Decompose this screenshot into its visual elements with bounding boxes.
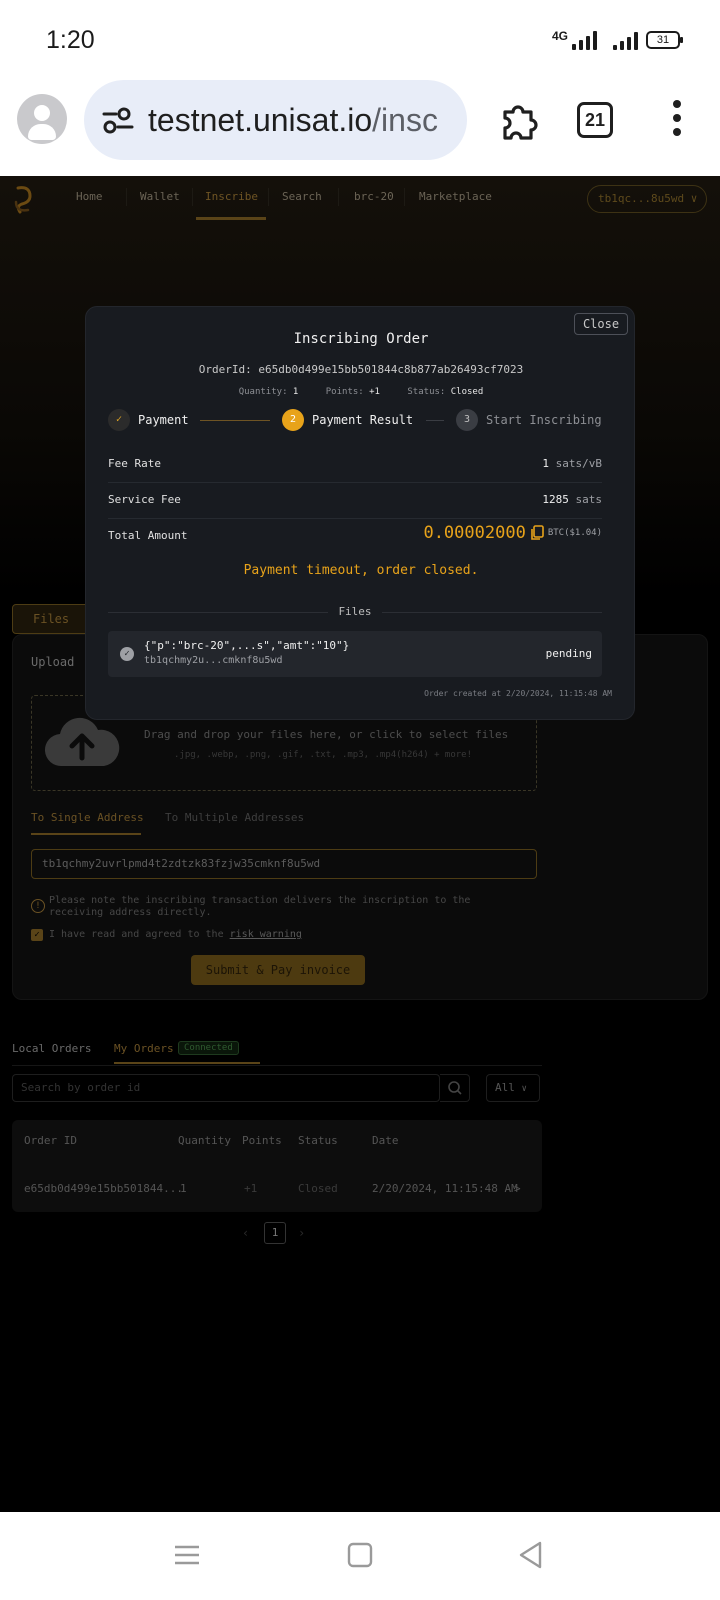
home-icon[interactable] (345, 1540, 375, 1570)
nav-brc20[interactable]: brc-20 (354, 190, 394, 203)
col-points: Points (242, 1134, 282, 1147)
profile-avatar-icon[interactable] (17, 94, 67, 144)
step-2-indicator: 2 (282, 409, 304, 431)
info-icon: ! (31, 899, 45, 913)
site-settings-icon[interactable] (102, 106, 134, 134)
battery-icon: 31 (646, 31, 683, 49)
unisat-logo-icon[interactable] (12, 184, 36, 214)
order-created-at: Order created at 2/20/2024, 11:15:48 AM (424, 689, 612, 698)
site-nav: Home Wallet Inscribe Search brc-20 Marke… (0, 176, 720, 222)
receive-address-input[interactable]: tb1qchmy2uvrlpmd4t2zdtzk83fzjw35cmknf8u5… (31, 849, 537, 879)
nav-search[interactable]: Search (282, 190, 322, 203)
file-address: tb1qchmy2u...cmknf8u5wd (144, 655, 283, 666)
inscribing-order-modal: Close Inscribing Order OrderId: e65db0d4… (85, 306, 635, 720)
step-3-label: Start Inscribing (486, 413, 602, 427)
order-id: OrderId: e65db0d499e15bb501844c8b877ab26… (198, 363, 524, 376)
progress-steps: ✓ Payment 2 Payment Result 3 Start Inscr… (108, 409, 616, 433)
status-time: 1:20 (46, 26, 95, 54)
agree-checkbox[interactable]: ✓ (31, 929, 43, 941)
service-fee-row: Service Fee 1285 sats (108, 483, 602, 519)
back-icon[interactable] (516, 1540, 546, 1570)
url-text[interactable]: testnet.unisat.io/insc (148, 102, 460, 139)
nav-home[interactable]: Home (76, 190, 103, 203)
order-points: +1 (369, 387, 380, 397)
risk-warning-link[interactable]: risk warning (230, 929, 302, 940)
dropzone-formats: .jpg, .webp, .png, .gif, .txt, .mp3, .mp… (174, 750, 473, 760)
next-page-icon[interactable]: › (298, 1226, 305, 1240)
file-name: {"p":"brc-20",...s","amt":"10"} (144, 639, 350, 652)
order-quantity: 1 (292, 387, 299, 397)
row-date: 2/20/2024, 11:15:48 AM (372, 1182, 518, 1195)
nav-marketplace[interactable]: Marketplace (419, 190, 492, 203)
orders-table: Order ID Quantity Points Status Date e65… (12, 1120, 542, 1212)
tab-local-orders[interactable]: Local Orders (12, 1042, 91, 1055)
prev-page-icon[interactable]: ‹ (242, 1226, 249, 1240)
signal-2-icon (613, 30, 638, 50)
total-amount-value: 0.00002000 (423, 523, 526, 543)
tab-multiple-addresses[interactable]: To Multiple Addresses (165, 811, 304, 824)
orders-tabs: Local Orders My Orders Connected (12, 1041, 542, 1066)
submit-pay-button[interactable]: Submit & Pay invoice (191, 955, 365, 985)
status-icons: 4G 31 (551, 29, 683, 50)
col-status: Status (298, 1134, 338, 1147)
order-search-button[interactable] (440, 1074, 470, 1102)
tab-single-address[interactable]: To Single Address (31, 811, 144, 824)
step-1-check-icon: ✓ (108, 409, 130, 431)
more-menu-icon[interactable] (670, 100, 684, 140)
row-order-id[interactable]: e65db0d499e15bb501844... (24, 1182, 183, 1195)
delivery-note: Please note the inscribing transaction d… (49, 895, 471, 918)
fee-rate-row: Fee Rate 1 sats/vB (108, 447, 602, 483)
page-number[interactable]: 1 (264, 1222, 286, 1244)
step-3-indicator: 3 (456, 409, 478, 431)
nav-wallet[interactable]: Wallet (140, 190, 180, 203)
total-amount-row: Total Amount 0.00002000 BTC($1.04) (108, 523, 602, 543)
pagination: ‹ 1 › (240, 1222, 320, 1246)
agree-text: I have read and agreed to the risk warni… (49, 929, 302, 940)
order-meta: Quantity: 1 Points: +1 Status: Closed (238, 387, 484, 397)
signal-icon (572, 30, 597, 50)
recent-apps-icon[interactable] (172, 1540, 202, 1570)
tab-switcher-button[interactable]: 21 (577, 102, 613, 138)
file-item[interactable]: ✓ {"p":"brc-20",...s","amt":"10"} tb1qch… (108, 631, 602, 677)
row-status: Closed (298, 1182, 338, 1195)
url-path: /insc (372, 102, 438, 138)
row-points: +1 (244, 1182, 258, 1195)
dropzone-text: Drag and drop your files here, or click … (144, 728, 509, 741)
upload-label: Upload (31, 655, 75, 669)
step-2-label: Payment Result (312, 413, 414, 427)
status-bar: 1:20 4G 31 (0, 0, 720, 80)
order-search-input[interactable]: Search by order id (12, 1074, 440, 1102)
copy-icon[interactable] (530, 525, 544, 541)
browser-toolbar: testnet.unisat.io/insc 21 (0, 80, 720, 176)
modal-title: Inscribing Order (293, 331, 429, 347)
file-check-icon: ✓ (120, 647, 134, 661)
cloud-upload-icon (44, 717, 120, 767)
timeout-message: Payment timeout, order closed. (243, 563, 479, 578)
row-chevron-right-icon[interactable]: > (514, 1182, 521, 1195)
row-quantity: 1 (180, 1182, 187, 1195)
extensions-icon[interactable] (497, 98, 541, 142)
url-domain: testnet.unisat.io (148, 102, 373, 138)
col-date: Date (372, 1134, 399, 1147)
connected-badge: Connected (178, 1041, 239, 1055)
status-filter-select[interactable]: All ∨ (486, 1074, 540, 1102)
service-fee-value: 1285 (542, 493, 569, 506)
url-bar[interactable]: testnet.unisat.io/insc (84, 80, 467, 160)
files-divider: Files (108, 605, 602, 619)
search-icon (448, 1081, 462, 1095)
col-order-id: Order ID (24, 1134, 77, 1147)
fee-rate-value: 1 (542, 457, 550, 470)
network-type: 4G (551, 29, 568, 43)
nav-inscribe[interactable]: Inscribe (205, 190, 258, 203)
col-quantity: Quantity (178, 1134, 231, 1147)
tab-my-orders[interactable]: My Orders (114, 1042, 174, 1055)
order-status: Closed (450, 387, 484, 397)
chevron-down-icon: ∨ (521, 1084, 527, 1094)
wallet-address-button[interactable]: tb1qc...8u5wd ∨ (587, 185, 707, 213)
files-tab[interactable]: Files (12, 604, 92, 634)
file-status: pending (545, 647, 592, 660)
system-nav-bar (0, 1512, 720, 1600)
step-1-label: Payment (138, 413, 189, 427)
